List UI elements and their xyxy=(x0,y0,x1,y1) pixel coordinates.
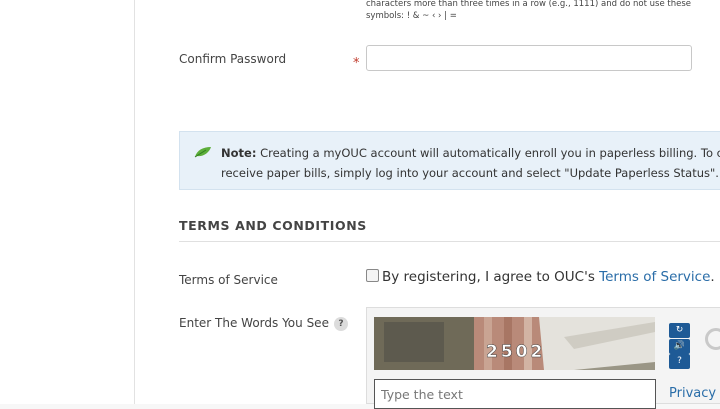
terms-of-service-label: Terms of Service xyxy=(179,273,278,287)
tos-agreement-text: By registering, I agree to OUC's xyxy=(382,269,600,285)
refresh-icon[interactable]: ↻ xyxy=(669,323,690,338)
captcha-input[interactable] xyxy=(374,379,656,409)
left-gutter xyxy=(0,0,134,404)
audio-icon[interactable]: 🔊 xyxy=(669,339,690,354)
confirm-password-label: Confirm Password xyxy=(179,52,287,66)
captcha-label: Enter The Words You See xyxy=(179,316,329,330)
tos-agreement: By registering, I agree to OUC's Terms o… xyxy=(366,269,715,285)
tos-link[interactable]: Terms of Service xyxy=(599,269,710,285)
note-prefix: Note: xyxy=(221,146,257,160)
paperless-note: Note: Creating a myOUC account will auto… xyxy=(179,131,720,190)
help-icon[interactable]: ? xyxy=(333,317,348,331)
tos-checkbox[interactable] xyxy=(366,269,379,282)
terms-section-title: TERMS AND CONDITIONS xyxy=(179,218,367,233)
password-hint: characters more than three times in a ro… xyxy=(366,0,691,21)
leaf-icon xyxy=(194,147,211,158)
privacy-link[interactable]: Privacy xyxy=(669,386,716,401)
note-text: Note: Creating a myOUC account will auto… xyxy=(221,143,720,183)
section-divider xyxy=(179,241,720,242)
note-line2: receive paper bills, simply log into you… xyxy=(221,166,719,180)
captcha-image-text: 2502 xyxy=(486,342,545,362)
note-line1: Creating a myOUC account will automatica… xyxy=(256,146,720,160)
confirm-password-input[interactable] xyxy=(366,45,692,71)
captcha-help-icon[interactable]: ? xyxy=(669,354,690,369)
captcha-label-row: Enter The Words You See? xyxy=(179,316,348,331)
captcha-image: 2502 xyxy=(374,317,655,370)
recaptcha-logo-icon xyxy=(705,328,720,350)
required-marker: * xyxy=(353,56,360,71)
tos-suffix: . xyxy=(710,269,715,285)
